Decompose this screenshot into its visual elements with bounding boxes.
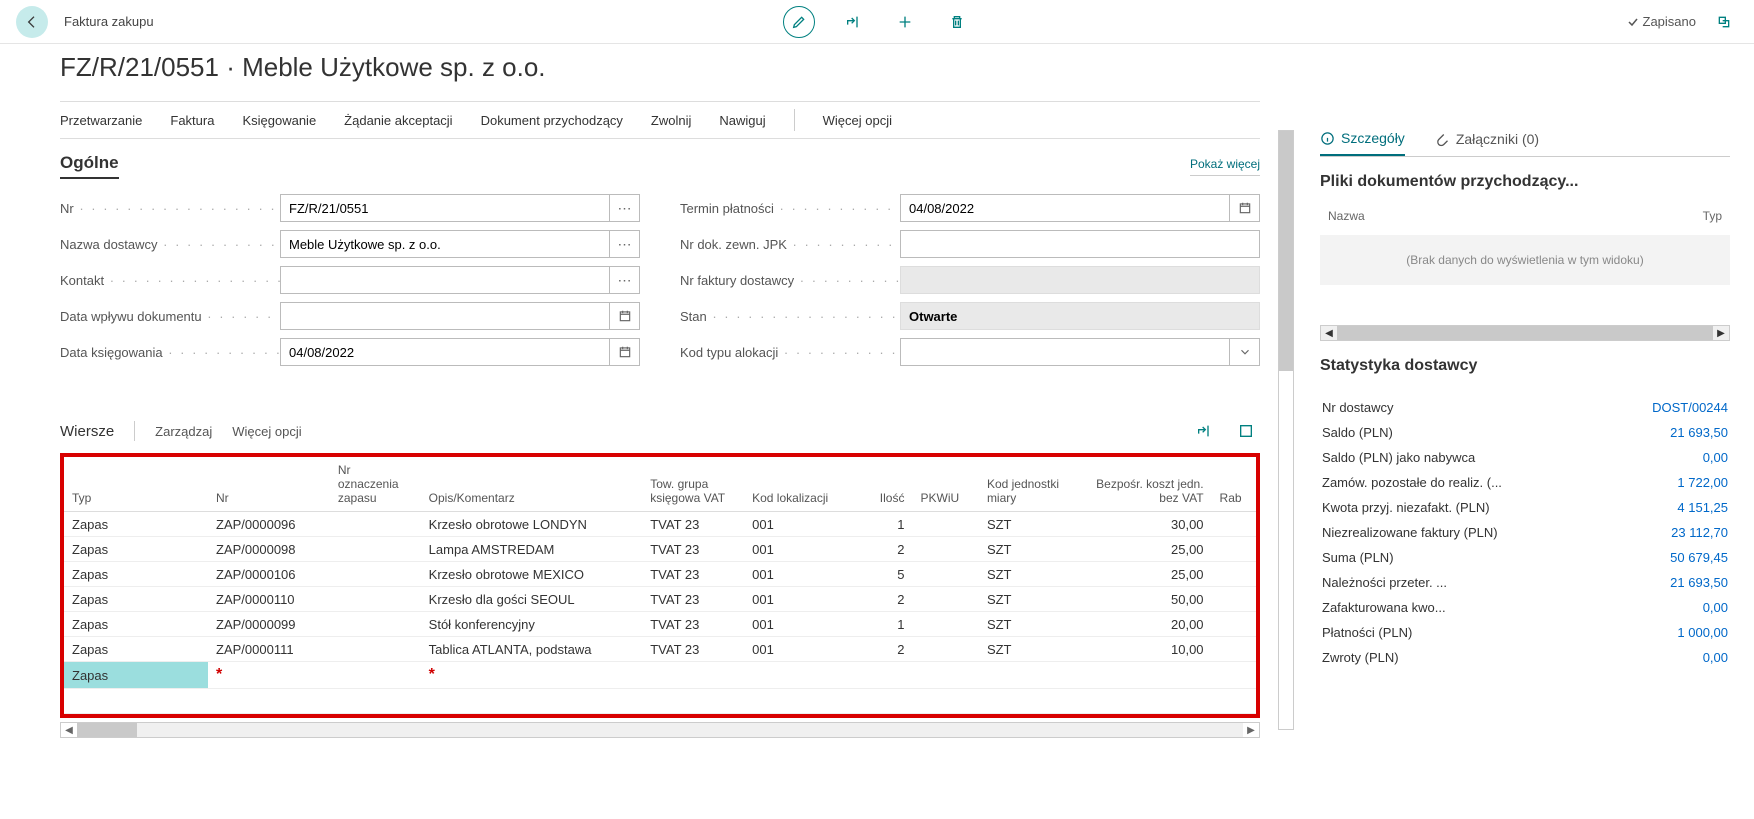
field-input[interactable] [280, 194, 610, 222]
top-bar: Faktura zakupu Zapisano [0, 0, 1754, 44]
col-header[interactable]: Typ [64, 457, 208, 512]
lines-share-icon[interactable] [1190, 417, 1218, 445]
files-horizontal-scrollbar[interactable]: ◀▶ [1320, 325, 1730, 341]
table-row[interactable]: ZapasZAP/0000098Lampa AMSTREDAMTVAT 2300… [64, 537, 1256, 562]
field-label: Kod typu alokacji · · · · · · · · · · · … [680, 345, 900, 360]
field-label: Nr dok. zewn. JPK · · · · · · · · · · · … [680, 237, 900, 252]
menu-zwolnij[interactable]: Zwolnij [651, 113, 691, 128]
stat-row[interactable]: Nr dostawcyDOST/00244 [1320, 395, 1730, 420]
section-general-title: Ogólne [60, 153, 119, 179]
field-input[interactable] [900, 194, 1230, 222]
field-label: Nazwa dostawcy · · · · · · · · · · · · ·… [60, 237, 280, 252]
menu-zadanie-akceptacji[interactable]: Żądanie akceptacji [344, 113, 452, 128]
stat-row[interactable]: Zafakturowana kwo...0,00 [1320, 595, 1730, 620]
stat-row[interactable]: Zamów. pozostałe do realiz. (...1 722,00 [1320, 470, 1730, 495]
table-row[interactable]: ZapasZAP/0000099Stół konferencyjnyTVAT 2… [64, 612, 1256, 637]
factbox-pane: Szczegóły Załączniki (0) Pliki dokumentó… [1310, 130, 1740, 670]
stat-row[interactable]: Zwroty (PLN)0,00 [1320, 645, 1730, 670]
lines-title: Wiersze [60, 423, 114, 440]
calendar-button[interactable] [1230, 194, 1260, 222]
lines-grid-highlight: TypNrNr oznaczenia zapasuOpis/KomentarzT… [60, 453, 1260, 718]
field-label: Termin płatności · · · · · · · · · · · ·… [680, 201, 900, 216]
col-header[interactable]: Rab [1212, 457, 1256, 512]
field-input [900, 302, 1260, 330]
files-col-type: Typ [1703, 209, 1722, 223]
stat-row[interactable]: Kwota przyj. niezafakt. (PLN)4 151,25 [1320, 495, 1730, 520]
field-input[interactable] [280, 338, 610, 366]
field-input [900, 266, 1260, 294]
stat-row[interactable]: Należności przeter. ...21 693,50 [1320, 570, 1730, 595]
lookup-button[interactable]: ⋯ [610, 266, 640, 294]
field-label: Kontakt · · · · · · · · · · · · · · · · … [60, 273, 280, 288]
new-button[interactable] [891, 8, 919, 36]
field-input[interactable] [280, 302, 610, 330]
breadcrumb: Faktura zakupu [64, 14, 154, 29]
field-label: Data wpływu dokumentu · · · · · · · · · … [60, 309, 280, 324]
lines-manage[interactable]: Zarządzaj [155, 424, 212, 439]
field-input[interactable] [900, 338, 1230, 366]
field-input[interactable] [280, 266, 610, 294]
edit-button[interactable] [783, 6, 815, 38]
popout-button[interactable] [1710, 8, 1738, 36]
action-menu: Przetwarzanie Faktura Księgowanie Żądani… [60, 101, 1260, 139]
table-row[interactable]: ZapasZAP/0000110Krzesło dla gości SEOULT… [64, 587, 1256, 612]
vendor-stats-title: Statystyka dostawcy [1320, 357, 1730, 375]
table-row[interactable]: ZapasZAP/0000111Tablica ATLANTA, podstaw… [64, 637, 1256, 662]
col-header[interactable]: Nr oznaczenia zapasu [330, 457, 421, 512]
stat-row[interactable]: Niezrealizowane faktury (PLN)23 112,70 [1320, 520, 1730, 545]
menu-faktura[interactable]: Faktura [170, 113, 214, 128]
tab-details[interactable]: Szczegóły [1320, 130, 1405, 156]
stat-row[interactable]: Suma (PLN)50 679,45 [1320, 545, 1730, 570]
col-header[interactable]: Ilość [846, 457, 912, 512]
stat-row[interactable]: Saldo (PLN)21 693,50 [1320, 420, 1730, 445]
table-row[interactable]: ZapasZAP/0000096Krzesło obrotowe LONDYNT… [64, 512, 1256, 537]
field-label: Data księgowania · · · · · · · · · · · ·… [60, 345, 280, 360]
col-header[interactable]: PKWiU [912, 457, 978, 512]
saved-indicator: Zapisano [1627, 14, 1696, 29]
stat-row[interactable]: Saldo (PLN) jako nabywca0,00 [1320, 445, 1730, 470]
menu-nawiguj[interactable]: Nawiguj [719, 113, 765, 128]
files-empty-message: (Brak danych do wyświetlenia w tym widok… [1320, 235, 1730, 285]
incoming-files-title: Pliki dokumentów przychodzący... [1320, 173, 1730, 191]
field-input[interactable] [280, 230, 610, 258]
lines-more[interactable]: Więcej opcji [232, 424, 301, 439]
menu-more-options[interactable]: Więcej opcji [823, 113, 892, 128]
show-more-link[interactable]: Pokaż więcej [1190, 157, 1260, 176]
field-label: Stan · · · · · · · · · · · · · · · · · ·… [680, 309, 900, 324]
lines-expand-icon[interactable] [1232, 417, 1260, 445]
table-row[interactable]: ZapasZAP/0000106Krzesło obrotowe MEXICOT… [64, 562, 1256, 587]
menu-dokument-przychodzacy[interactable]: Dokument przychodzący [481, 113, 623, 128]
menu-przetwarzanie[interactable]: Przetwarzanie [60, 113, 142, 128]
menu-ksiegowanie[interactable]: Księgowanie [242, 113, 316, 128]
field-label: Nr faktury dostawcy · · · · · · · · · · … [680, 273, 900, 288]
tab-attachments[interactable]: Załączniki (0) [1435, 130, 1539, 156]
stat-row[interactable]: Płatności (PLN)1 000,00 [1320, 620, 1730, 645]
dropdown-button[interactable] [1230, 338, 1260, 366]
lookup-button[interactable]: ⋯ [610, 230, 640, 258]
col-header[interactable]: Tow. grupa księgowa VAT [642, 457, 744, 512]
lines-grid[interactable]: TypNrNr oznaczenia zapasuOpis/KomentarzT… [64, 457, 1256, 714]
files-col-name: Nazwa [1328, 209, 1365, 223]
calendar-button[interactable] [610, 338, 640, 366]
back-button[interactable] [16, 6, 48, 38]
col-header[interactable]: Kod lokalizacji [744, 457, 846, 512]
lookup-button[interactable]: ⋯ [610, 194, 640, 222]
col-header[interactable]: Kod jednostki miary [979, 457, 1079, 512]
share-button[interactable] [839, 8, 867, 36]
page-title: FZ/R/21/0551 · Meble Użytkowe sp. z o.o. [60, 52, 1260, 83]
col-header[interactable]: Opis/Komentarz [421, 457, 643, 512]
calendar-button[interactable] [610, 302, 640, 330]
lines-horizontal-scrollbar[interactable]: ◀▶ [60, 722, 1260, 738]
delete-button[interactable] [943, 8, 971, 36]
table-row-new[interactable]: Zapas** [64, 662, 1256, 689]
col-header[interactable]: Bezpośr. koszt jedn. bez VAT [1079, 457, 1212, 512]
col-header[interactable]: Nr [208, 457, 330, 512]
field-input[interactable] [900, 230, 1260, 258]
field-label: Nr · · · · · · · · · · · · · · · · · · ·… [60, 201, 280, 216]
main-vertical-scrollbar[interactable] [1278, 130, 1294, 730]
